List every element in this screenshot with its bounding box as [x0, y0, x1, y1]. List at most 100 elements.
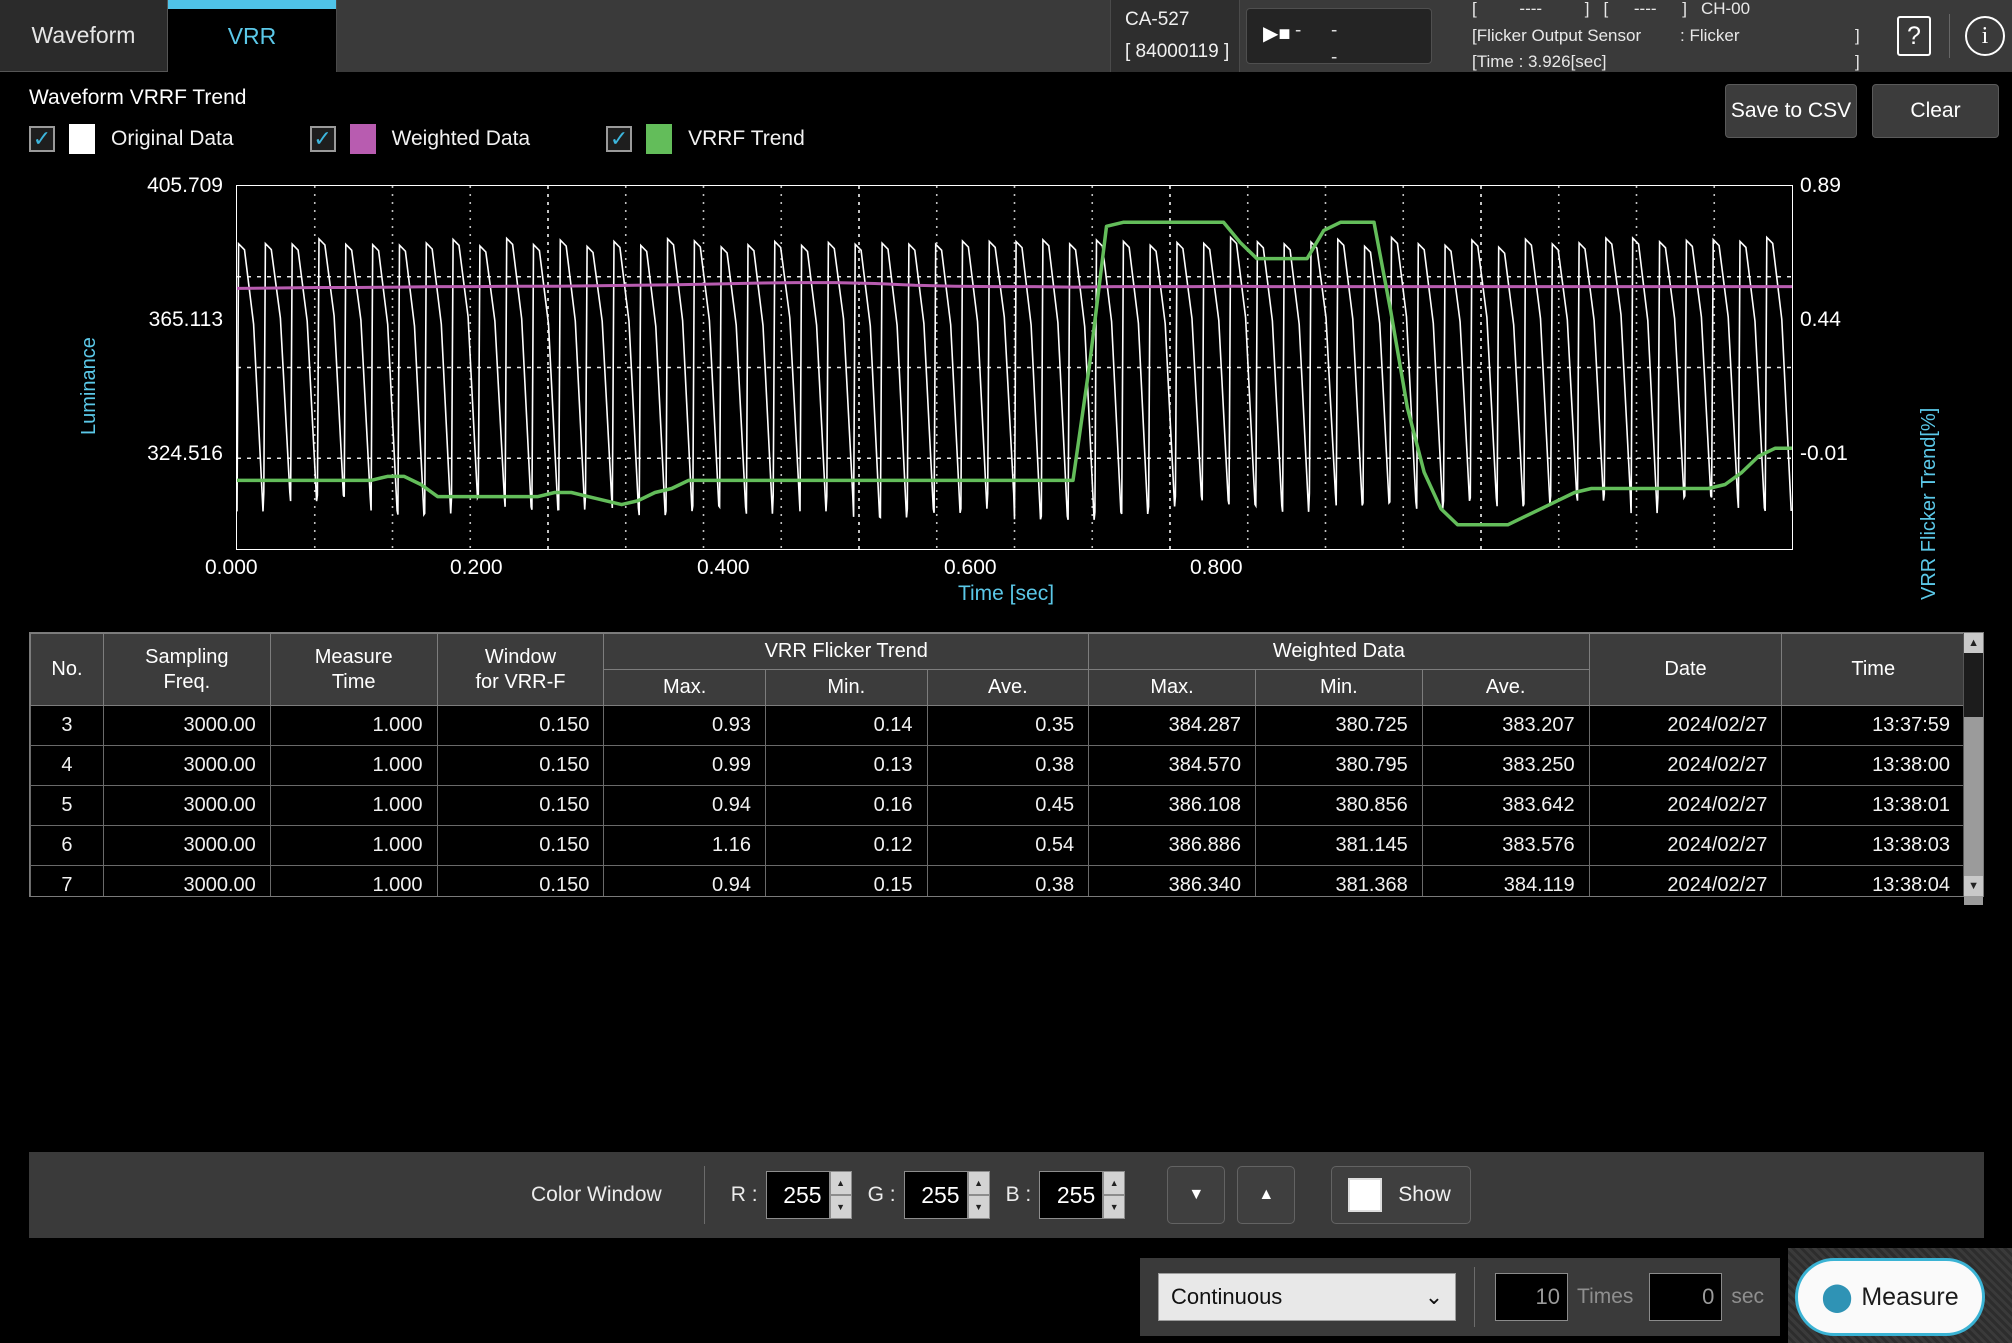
x-tick-2: 0.400 [697, 556, 750, 579]
col-vrr-ave[interactable]: Ave. [926, 669, 1090, 706]
save-to-csv-button[interactable]: Save to CSV [1725, 84, 1857, 138]
table-row[interactable]: 6 3000.00 1.000 0.150 1.16 0.12 0.54 386.886 381… [30, 825, 1964, 866]
blue-input[interactable]: 255 [1039, 1171, 1104, 1219]
col-no[interactable]: No. [30, 633, 104, 706]
col-vrr-min[interactable]: Min. [764, 669, 928, 706]
y-tick-left-1: 365.113 [148, 308, 223, 331]
green-spin-buttons[interactable]: ▲ ▼ [967, 1171, 990, 1219]
green-spin-down-icon[interactable]: ▼ [967, 1195, 990, 1219]
green-input[interactable]: 255 [903, 1171, 968, 1219]
checkbox-original-data[interactable]: ✓ [29, 126, 55, 152]
cell-sampling_freq: 3000.00 [102, 785, 271, 826]
red-spin-buttons[interactable]: ▲ ▼ [829, 1171, 852, 1219]
table-row[interactable]: 7 3000.00 1.000 0.150 0.94 0.15 0.38 386.340 381… [30, 865, 1964, 896]
cell-wd_max: 384.287 [1088, 705, 1256, 746]
cell-date: 2024/02/27 [1588, 825, 1783, 866]
green-stepper[interactable]: 255 ▲ ▼ [903, 1171, 990, 1219]
col-window-vrrf[interactable]: Window for VRR-F [436, 633, 605, 706]
cell-wd_ave: 383.207 [1421, 705, 1590, 746]
cell-no: 5 [30, 785, 104, 826]
cell-wd_max: 386.108 [1088, 785, 1256, 826]
drop-icon: ⬤ [1821, 1281, 1853, 1312]
cell-time: 13:38:03 [1781, 825, 1964, 866]
col-vrr-max[interactable]: Max. [603, 669, 766, 706]
blue-stepper[interactable]: 255 ▲ ▼ [1039, 1171, 1126, 1219]
red-spin-up-icon[interactable]: ▲ [829, 1171, 852, 1195]
cell-vrr_ave: 0.38 [926, 865, 1090, 896]
blue-spin-buttons[interactable]: ▲ ▼ [1103, 1171, 1126, 1219]
red-stepper[interactable]: 255 ▲ ▼ [765, 1171, 852, 1219]
scroll-up-icon[interactable]: ▲ [1964, 633, 1984, 653]
plot-area[interactable] [236, 185, 1793, 550]
cell-sampling_freq: 3000.00 [102, 825, 271, 866]
x-tick-3: 0.600 [944, 556, 997, 579]
top-bar-filler [336, 0, 1110, 72]
checkbox-weighted-data[interactable]: ✓ [309, 126, 336, 152]
measure-times-input[interactable]: 10 [1495, 1273, 1569, 1321]
color-window-down-button[interactable]: ▼ [1167, 1166, 1226, 1224]
legend-item-weighted-data[interactable]: ✓ Weighted Data [309, 124, 530, 154]
clear-button[interactable]: Clear [1872, 84, 1999, 138]
col-time[interactable]: Time [1781, 633, 1964, 706]
measure-interval-input[interactable]: 0 [1649, 1273, 1723, 1321]
results-table: No. Sampling Freq. SamplingFreq. Measure… [29, 632, 1984, 905]
green-spin-up-icon[interactable]: ▲ [967, 1171, 990, 1195]
camera-status-box[interactable]: ▶■ - - - [1246, 8, 1432, 68]
info-button[interactable]: i [1958, 0, 2012, 72]
col-wd-ave[interactable]: Ave. [1421, 669, 1590, 706]
red-input[interactable]: 255 [765, 1171, 830, 1219]
col-date[interactable]: Date [1588, 633, 1783, 706]
cell-wd_ave: 383.576 [1421, 825, 1590, 866]
sensor-close-bracket-2: ] [1855, 25, 1860, 45]
show-button[interactable]: Show [1331, 1166, 1472, 1224]
red-spin-down-icon[interactable]: ▼ [829, 1195, 852, 1219]
cell-wd_max: 386.340 [1088, 865, 1256, 896]
col-wd-min[interactable]: Min. [1254, 669, 1423, 706]
cell-wd_ave: 384.119 [1421, 865, 1590, 896]
tab-vrr[interactable]: VRR [168, 0, 336, 72]
table-row[interactable]: 5 3000.00 1.000 0.150 0.94 0.16 0.45 386.108 380… [30, 785, 1964, 826]
group-vrr-flicker-trend: VRR Flicker Trend [603, 633, 1090, 670]
col-measure-time[interactable]: Measure Time [269, 633, 438, 706]
camera-value-2: - [1331, 20, 1338, 41]
table-scrollbar[interactable]: ▲ ▼ [1963, 633, 1984, 905]
table-row[interactable]: 3 3000.00 1.000 0.150 0.93 0.14 0.35 384.287 380… [30, 705, 1964, 746]
cell-measure_time: 1.000 [269, 785, 438, 826]
cell-no: 7 [30, 865, 104, 896]
cell-vrr_min: 0.14 [764, 705, 928, 746]
measure-button[interactable]: ⬤ Measure [1795, 1258, 1985, 1336]
col-sampling-freq[interactable]: Sampling Freq. SamplingFreq. [102, 633, 271, 706]
cell-window_vrrf: 0.150 [436, 825, 605, 866]
top-bar: Waveform VRR CA-527 [ 84000119 ] ▶■ - - … [0, 0, 2012, 72]
tab-waveform[interactable]: Waveform [0, 0, 168, 72]
cell-wd_min: 380.856 [1254, 785, 1423, 826]
blue-spin-down-icon[interactable]: ▼ [1103, 1195, 1126, 1219]
cell-wd_min: 381.368 [1254, 865, 1423, 896]
checkbox-vrrf-trend[interactable]: ✓ [606, 126, 633, 152]
blue-spin-up-icon[interactable]: ▲ [1103, 1171, 1126, 1195]
scroll-down-icon[interactable]: ▼ [1964, 876, 1984, 896]
measure-mode-select[interactable]: Continuous ⌄ [1158, 1273, 1457, 1321]
color-window-label: Color Window [531, 1183, 662, 1206]
table-head: No. Sampling Freq. SamplingFreq. Measure… [30, 633, 1964, 706]
info-icon: i [1965, 16, 2005, 56]
y-tick-left-0: 405.709 [147, 174, 223, 197]
green-label: G : [867, 1183, 896, 1206]
sensor-info: [ ---- ] [ ---- ] CH-00 [Flicker Output … [1472, 0, 1887, 72]
cell-vrr_max: 0.94 [603, 785, 766, 826]
tab-vrr-label: VRR [227, 22, 277, 49]
cell-vrr_max: 1.16 [603, 825, 766, 866]
cell-vrr_min: 0.13 [764, 745, 928, 786]
cell-wd_min: 380.725 [1254, 705, 1423, 746]
cell-vrr_ave: 0.38 [926, 745, 1090, 786]
legend-item-vrrf-trend[interactable]: ✓ VRRF Trend [606, 124, 805, 154]
cell-vrr_max: 0.94 [603, 865, 766, 896]
table-row[interactable]: 4 3000.00 1.000 0.150 0.99 0.13 0.38 384.570 380… [30, 745, 1964, 786]
help-button[interactable]: ? [1887, 0, 1941, 72]
col-wd-max[interactable]: Max. [1088, 669, 1256, 706]
legend-item-original-data[interactable]: ✓ Original Data [29, 124, 234, 154]
blue-label: B : [1005, 1183, 1032, 1206]
color-window-up-button[interactable]: ▲ [1237, 1166, 1296, 1224]
cell-vrr_ave: 0.45 [926, 785, 1090, 826]
cell-measure_time: 1.000 [269, 745, 438, 786]
